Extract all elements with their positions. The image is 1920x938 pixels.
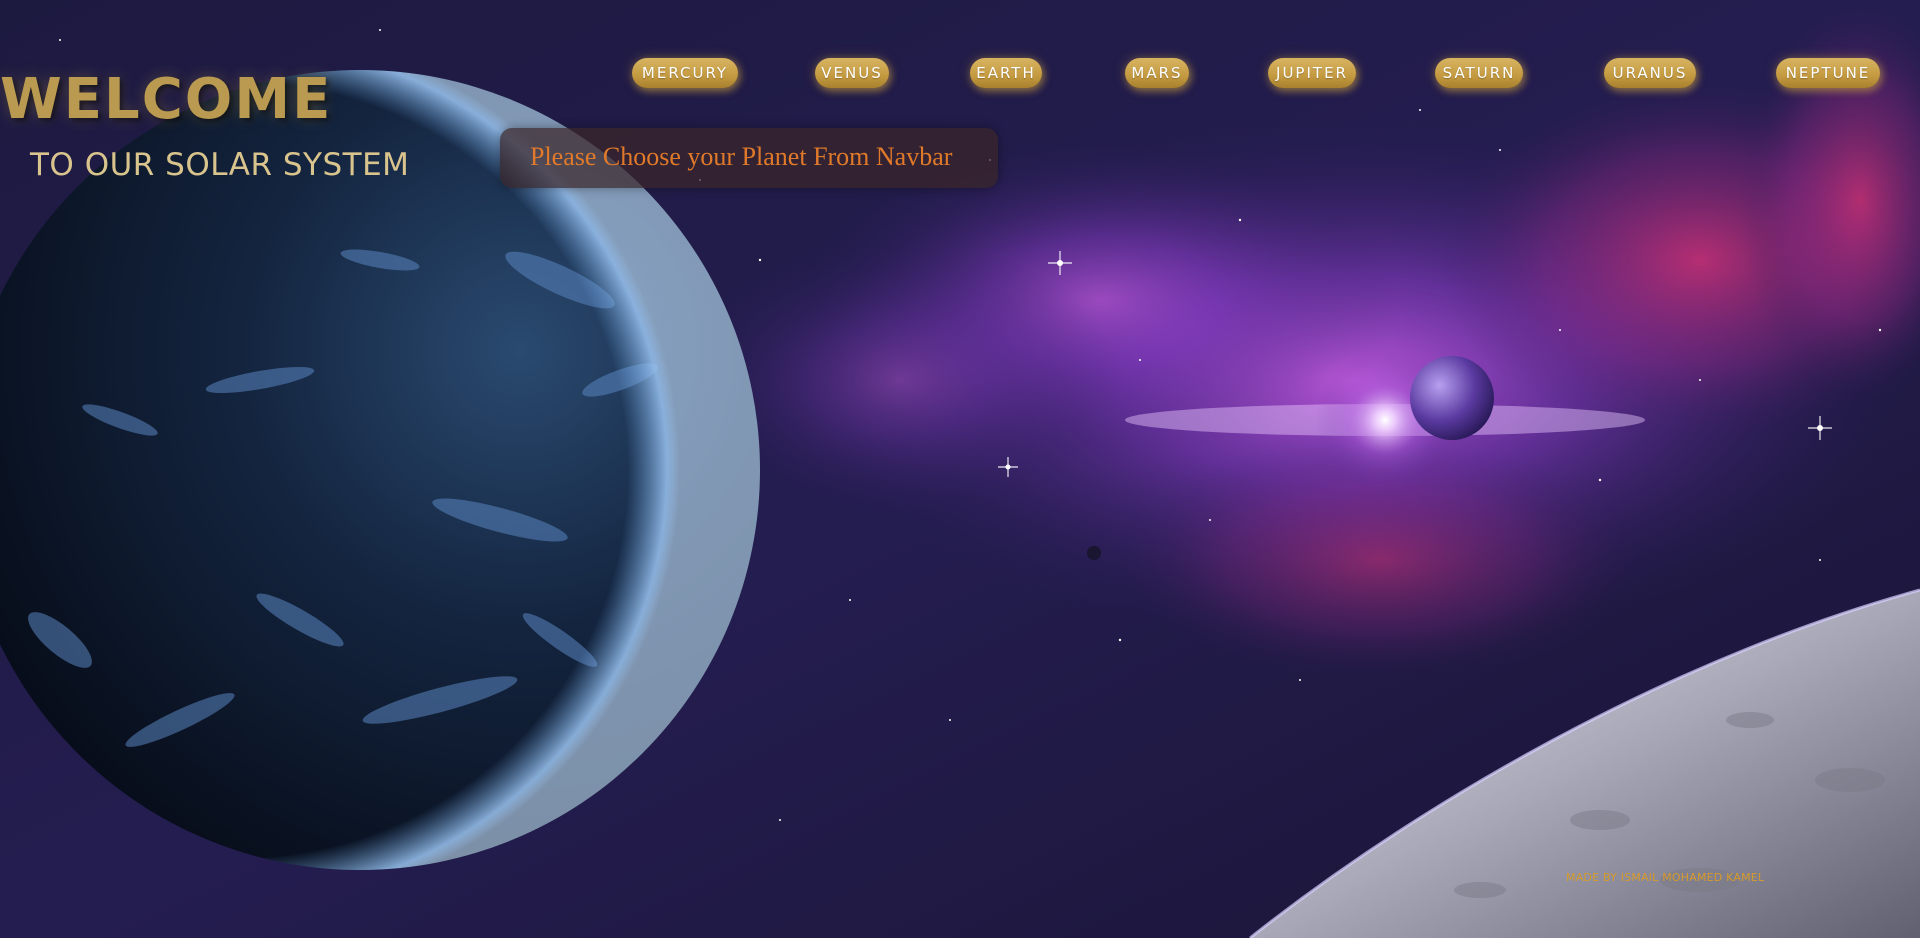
choose-planet-text: Please Choose your Planet From Navbar [530,142,953,171]
nav-item-saturn[interactable]: SATURN [1435,58,1523,88]
nav-item-uranus[interactable]: URANUS [1604,58,1696,88]
nav-item-mercury[interactable]: MERCURY [632,58,738,88]
planet-navbar: MERCURY VENUS EARTH MARS JUPITER SATURN … [0,58,1920,90]
nav-item-venus[interactable]: VENUS [815,58,889,88]
choose-planet-prompt: Please Choose your Planet From Navbar [500,128,998,188]
page: WELCOME TO OUR SOLAR SYSTEM MERCURY VENU… [0,0,1920,938]
nav-item-neptune[interactable]: NEPTUNE [1776,58,1880,88]
welcome-subtitle: TO OUR SOLAR SYSTEM [30,147,410,183]
nav-item-earth[interactable]: EARTH [970,58,1042,88]
nav-item-jupiter[interactable]: JUPITER [1268,58,1356,88]
footer-credit: MADE BY ISMAIL MOHAMED KAMEL [1566,871,1765,884]
nav-item-mars[interactable]: MARS [1125,58,1189,88]
